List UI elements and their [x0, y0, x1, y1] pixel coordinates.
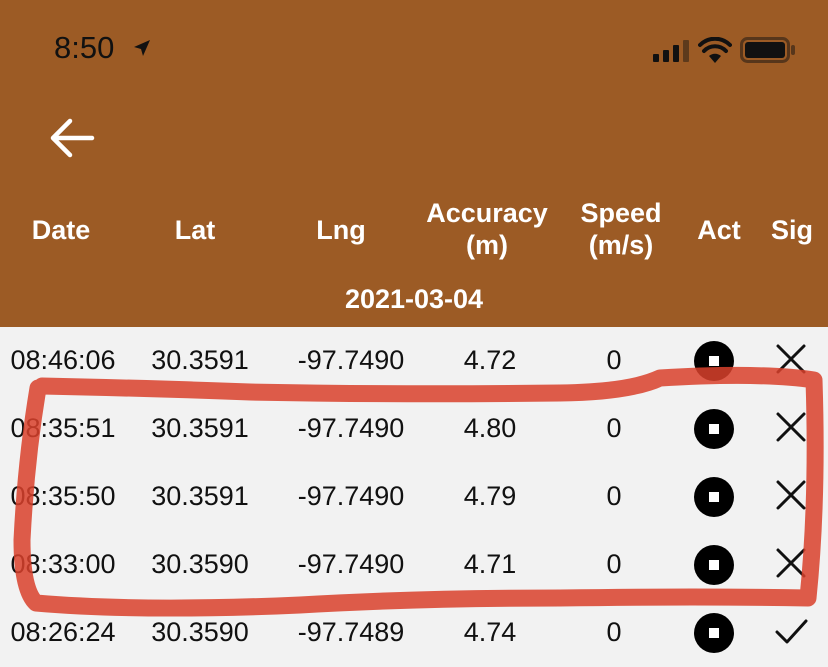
close-x-icon — [776, 480, 806, 510]
table-row[interactable]: 08:46:06 30.3591 -97.7490 4.72 0 — [0, 327, 828, 395]
data-table-rows: 08:46:06 30.3591 -97.7490 4.72 0 08:35:5… — [0, 327, 828, 667]
table-row[interactable]: 08:35:51 30.3591 -97.7490 4.80 0 — [0, 395, 828, 463]
cellular-signal-icon — [653, 40, 689, 62]
row-accuracy: 4.79 — [463, 481, 517, 511]
stop-activity-button[interactable] — [694, 409, 734, 449]
group-date-label: 2021-03-04 — [344, 284, 484, 314]
close-x-icon — [776, 548, 806, 578]
row-speed: 0 — [606, 617, 622, 647]
status-time: 8:50 — [54, 30, 115, 65]
wifi-icon — [698, 37, 732, 63]
col-header-accuracy-line1: Accuracy — [426, 198, 548, 228]
row-lng: -97.7490 — [297, 345, 405, 375]
row-time: 08:46:06 — [10, 345, 116, 375]
col-header-accuracy[interactable]: Accuracy (m) — [420, 197, 554, 261]
stop-activity-button[interactable] — [694, 341, 734, 381]
col-header-act[interactable]: Act — [686, 214, 752, 246]
location-arrow-icon — [134, 40, 150, 56]
row-time: 08:33:00 — [10, 549, 116, 579]
row-lat: 30.3591 — [151, 481, 249, 511]
col-header-date[interactable]: Date — [10, 214, 112, 246]
battery-icon — [740, 37, 795, 63]
row-lat: 30.3591 — [151, 345, 249, 375]
close-x-icon — [776, 412, 806, 442]
col-header-sig[interactable]: Sig — [760, 214, 824, 246]
row-accuracy: 4.71 — [463, 549, 517, 579]
row-speed: 0 — [606, 481, 622, 511]
row-lat: 30.3590 — [151, 549, 249, 579]
row-time: 08:35:50 — [10, 481, 116, 511]
app-header: 8:50 Date Lat Lng Accuracy (m) Speed (m/… — [0, 0, 828, 327]
check-icon — [775, 619, 808, 644]
col-header-speed[interactable]: Speed (m/s) — [568, 197, 674, 261]
row-time: 08:35:51 — [10, 413, 116, 443]
col-header-speed-line2: (m/s) — [588, 230, 654, 260]
row-speed: 0 — [606, 413, 622, 443]
col-header-speed-line1: Speed — [580, 198, 662, 228]
row-accuracy: 4.80 — [463, 413, 517, 443]
stop-activity-button[interactable] — [694, 477, 734, 517]
table-row[interactable]: 08:33:00 30.3590 -97.7490 4.71 0 — [0, 531, 828, 599]
row-lng: -97.7490 — [297, 549, 405, 579]
stop-activity-button[interactable] — [694, 613, 734, 653]
row-accuracy: 4.72 — [463, 345, 517, 375]
row-lng: -97.7490 — [297, 413, 405, 443]
table-row[interactable]: 08:26:24 30.3590 -97.7489 4.74 0 — [0, 599, 828, 667]
row-lat: 30.3591 — [151, 413, 249, 443]
row-speed: 0 — [606, 549, 622, 579]
row-accuracy: 4.74 — [463, 617, 517, 647]
col-header-lat[interactable]: Lat — [145, 214, 245, 246]
row-lng: -97.7490 — [297, 481, 405, 511]
stop-activity-button[interactable] — [694, 545, 734, 585]
col-header-accuracy-line2: (m) — [466, 230, 508, 260]
table-row[interactable]: 08:35:50 30.3591 -97.7490 4.79 0 — [0, 463, 828, 531]
row-time: 08:26:24 — [10, 617, 116, 647]
col-header-lng[interactable]: Lng — [290, 214, 392, 246]
row-lng: -97.7489 — [297, 617, 405, 647]
back-arrow-icon[interactable] — [46, 116, 98, 160]
close-x-icon — [776, 344, 806, 374]
row-speed: 0 — [606, 345, 622, 375]
row-lat: 30.3590 — [151, 617, 249, 647]
